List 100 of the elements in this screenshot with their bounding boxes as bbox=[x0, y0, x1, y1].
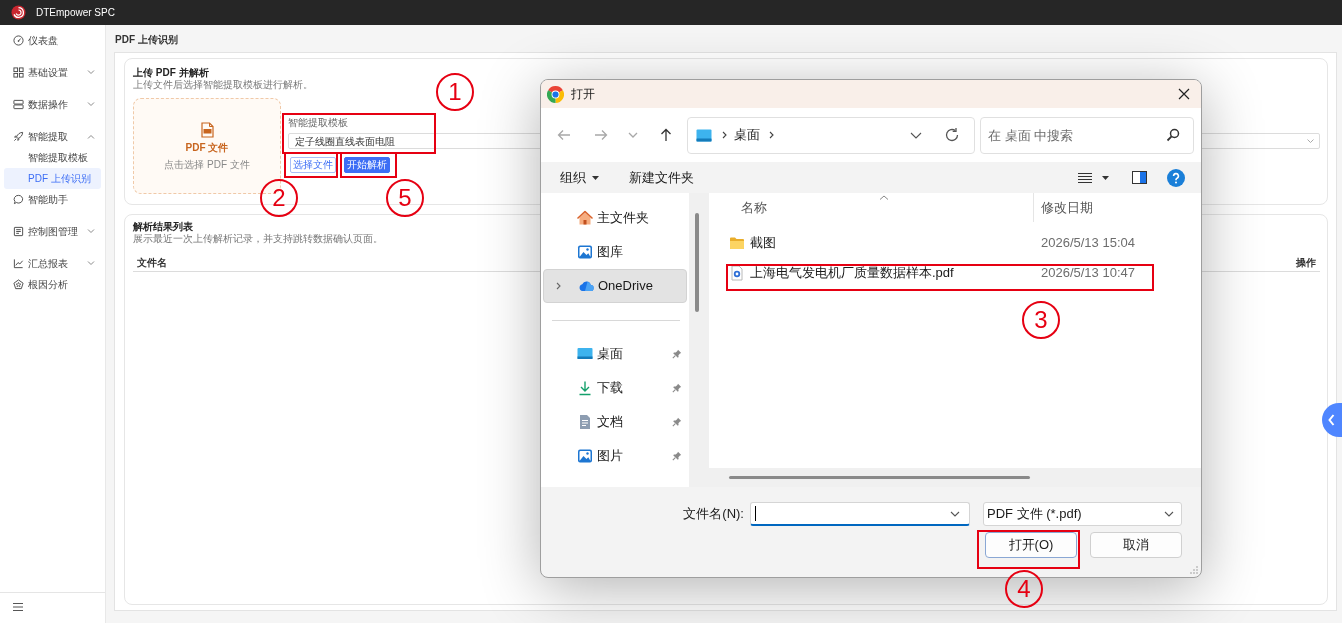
sidebar-item[interactable]: 仪表盘 bbox=[4, 30, 101, 51]
resize-grip-icon[interactable] bbox=[1190, 566, 1198, 574]
sidebar-item[interactable]: 汇总报表 bbox=[4, 253, 101, 274]
download-arrow-icon bbox=[577, 380, 593, 396]
chevron-right-icon bbox=[722, 131, 727, 139]
search-field[interactable]: 在 桌面 中搜索 bbox=[980, 116, 1194, 154]
preview-pane-icon[interactable] bbox=[1132, 171, 1147, 184]
desktop-icon bbox=[696, 128, 712, 142]
menu-button[interactable]: 组织 bbox=[560, 169, 599, 186]
picture-icon bbox=[577, 448, 593, 464]
sidebar-item[interactable]: 数据操作 bbox=[4, 94, 101, 115]
card-subtitle: 上传文件后选择智能提取模板进行解析。 bbox=[133, 79, 313, 91]
chevron-down-icon[interactable] bbox=[950, 510, 960, 517]
picture-icon bbox=[577, 244, 593, 260]
column-header[interactable]: 名称 bbox=[709, 193, 1034, 222]
chevron-down-icon[interactable] bbox=[1164, 511, 1174, 517]
file-type-select[interactable]: PDF 文件 (*.pdf) bbox=[983, 502, 1182, 526]
file-name-field[interactable] bbox=[750, 502, 970, 526]
sidebar-subitem[interactable]: PDF 上传识别 bbox=[4, 168, 101, 189]
toolbar-button[interactable]: 新建文件夹 bbox=[629, 169, 694, 186]
forward-arrow-icon bbox=[593, 127, 609, 143]
file-icon bbox=[200, 121, 214, 138]
chevron-down-icon bbox=[1307, 139, 1314, 143]
step-number: 4 bbox=[1005, 570, 1043, 608]
address-bar[interactable]: 桌面 bbox=[687, 116, 975, 154]
line-chart-icon bbox=[13, 258, 24, 269]
chat-bubble-icon bbox=[13, 194, 24, 205]
step-number: 1 bbox=[436, 73, 474, 111]
pin-icon[interactable] bbox=[672, 417, 682, 427]
step-number: 5 bbox=[386, 179, 424, 217]
chevron-down-icon bbox=[628, 132, 638, 138]
modified-date: 2026/5/13 15:04 bbox=[1041, 235, 1135, 251]
document-icon bbox=[13, 226, 24, 237]
caret-down-icon bbox=[592, 175, 599, 180]
file-name[interactable]: 上海电气发电机厂质量数据样本.pdf bbox=[750, 265, 954, 281]
pin-icon[interactable] bbox=[672, 383, 682, 393]
close-icon bbox=[1178, 88, 1190, 100]
modified-date: 2026/5/13 10:47 bbox=[1041, 265, 1135, 281]
field-label: 文件名(N): bbox=[683, 506, 744, 522]
open-button[interactable]: 打开(O) bbox=[985, 532, 1077, 558]
card-subtitle: 展示最近一次上传解析记录，并支持跳转数据确认页面。 bbox=[133, 233, 383, 245]
stack-icon bbox=[13, 99, 24, 110]
sort-ascending-icon bbox=[878, 195, 889, 200]
text-cursor-icon bbox=[755, 506, 756, 521]
navigation-item[interactable]: OneDrive bbox=[543, 269, 687, 303]
page-title: PDF 上传识别 bbox=[115, 34, 178, 46]
navigation-item[interactable]: 图片 bbox=[543, 439, 687, 473]
help-icon[interactable] bbox=[1167, 168, 1185, 187]
document-icon bbox=[577, 414, 593, 430]
chevron-right-icon bbox=[769, 131, 774, 139]
sidebar-item[interactable]: 根因分析 bbox=[4, 274, 101, 295]
dropzone-title: PDF 文件 bbox=[185, 141, 229, 154]
house-icon bbox=[577, 210, 593, 226]
choose-file-button[interactable]: 选择文件 bbox=[290, 157, 336, 173]
scrollbar-thumb[interactable] bbox=[729, 476, 1030, 479]
caret-down-icon bbox=[1102, 175, 1109, 180]
ring-logo-icon bbox=[547, 85, 564, 103]
navigation-item[interactable]: 桌面 bbox=[543, 337, 687, 371]
back-arrow-icon bbox=[556, 127, 572, 143]
step-number: 2 bbox=[260, 179, 298, 217]
up-arrow-icon bbox=[658, 127, 674, 143]
card-title: 上传 PDF 并解析 bbox=[133, 67, 209, 79]
sidebar-item[interactable]: 基础设置 bbox=[4, 62, 101, 83]
folder-icon bbox=[729, 235, 745, 251]
column-header: 文件名 bbox=[137, 256, 167, 269]
view-menu-button[interactable] bbox=[1077, 171, 1109, 184]
chevron-right-icon[interactable] bbox=[555, 282, 561, 290]
cancel-button[interactable]: 取消 bbox=[1090, 532, 1182, 558]
breadcrumb-item[interactable]: 桌面 bbox=[734, 127, 760, 143]
dialog-title: 打开 bbox=[571, 87, 595, 101]
pentagon-icon bbox=[13, 279, 24, 290]
menu-icon[interactable] bbox=[13, 603, 23, 611]
card-title: 解析结果列表 bbox=[133, 221, 193, 233]
navigation-item[interactable]: 下载 bbox=[543, 371, 687, 405]
desktop-icon bbox=[577, 346, 593, 362]
sidebar-item[interactable]: 控制图管理 bbox=[4, 221, 101, 242]
scrollbar-thumb[interactable] bbox=[695, 213, 699, 312]
column-header: 操作 bbox=[1296, 256, 1316, 269]
gauge-icon bbox=[13, 35, 24, 46]
chevron-down-icon[interactable] bbox=[910, 131, 922, 139]
rocket-icon bbox=[13, 131, 24, 142]
field-label: 智能提取模板 bbox=[288, 117, 348, 129]
sidebar-subitem[interactable]: 智能提取模板 bbox=[4, 147, 101, 168]
chevron-left-icon bbox=[1328, 414, 1335, 426]
pin-icon[interactable] bbox=[672, 349, 682, 359]
app-title: DTEmpower SPC bbox=[36, 6, 115, 19]
refresh-icon[interactable] bbox=[944, 127, 960, 143]
navigation-item[interactable]: 主文件夹 bbox=[543, 201, 687, 235]
navigation-item[interactable]: 文档 bbox=[543, 405, 687, 439]
sidebar-item[interactable]: 智能提取 bbox=[4, 126, 101, 147]
start-parse-button[interactable]: 开始解析 bbox=[344, 157, 390, 173]
column-header[interactable]: 修改日期 bbox=[1034, 193, 1201, 222]
navigation-item[interactable]: 图库 bbox=[543, 235, 687, 269]
file-name[interactable]: 截图 bbox=[750, 235, 776, 251]
step-number: 3 bbox=[1022, 301, 1060, 339]
logo-icon bbox=[11, 5, 26, 20]
sidebar-item[interactable]: 智能助手 bbox=[4, 189, 101, 210]
pin-icon[interactable] bbox=[672, 451, 682, 461]
list-view-icon bbox=[1077, 171, 1093, 184]
dropzone-hint: 点击选择 PDF 文件 bbox=[164, 158, 250, 171]
